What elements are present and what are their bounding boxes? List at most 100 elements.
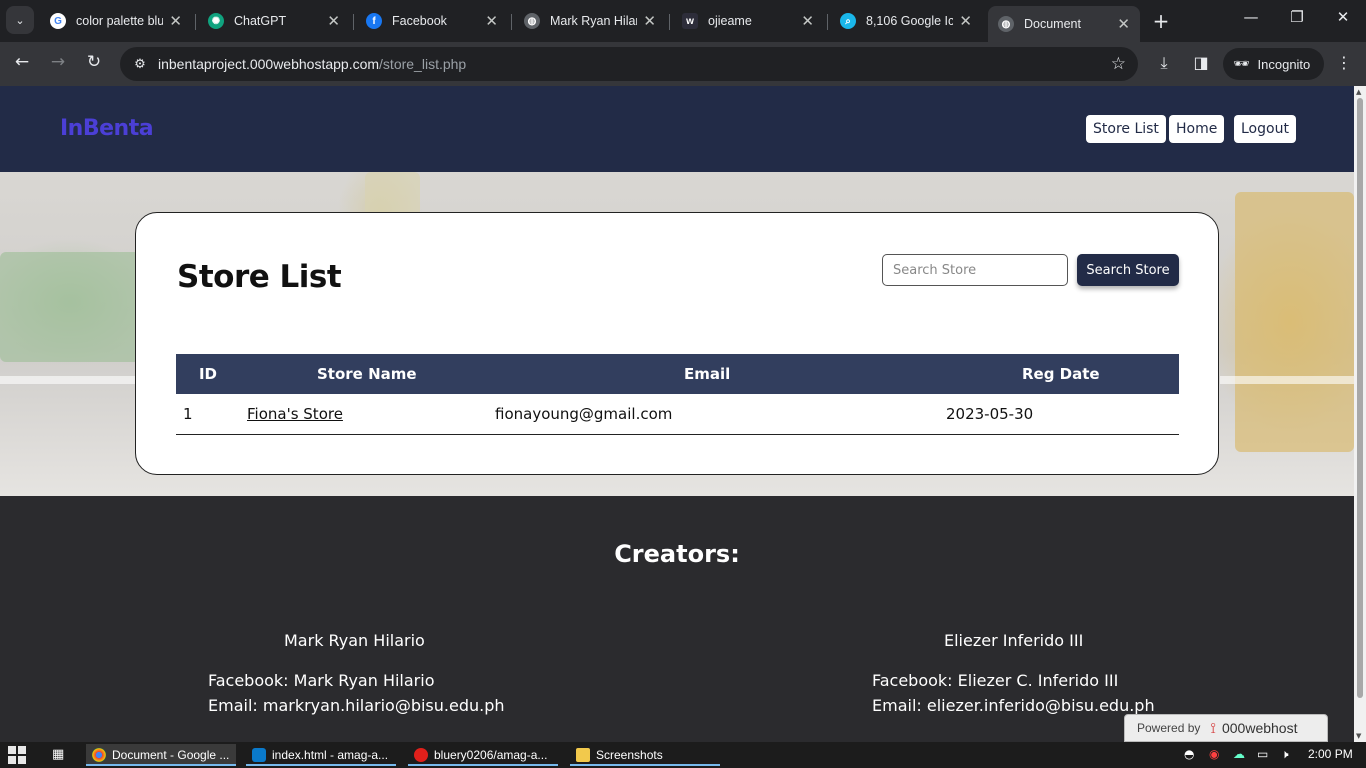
- cell-id: 1: [176, 394, 240, 435]
- creator-name: Eliezer Inferido III: [944, 631, 1084, 650]
- facebook-icon: f: [366, 13, 382, 29]
- close-icon[interactable]: ✕: [485, 12, 498, 30]
- opera-tray-icon[interactable]: ◉: [1209, 747, 1219, 761]
- page-title: Store List: [177, 259, 342, 295]
- google-icon: G: [50, 13, 66, 29]
- creator-facebook: Facebook: Mark Ryan Hilario: [208, 671, 435, 690]
- close-icon[interactable]: ✕: [169, 12, 182, 30]
- reload-button[interactable]: ↻: [82, 52, 106, 72]
- search-icon: ⌕: [840, 13, 856, 29]
- cloud-icon[interactable]: ☁: [1233, 747, 1245, 761]
- footer-title: Creators:: [614, 540, 740, 568]
- browser-toolbar: ← → ↻ ⚙ inbentaproject.000webhostapp.com…: [0, 42, 1366, 86]
- store-table: ID Store Name Email Reg Date 1 Fiona's S…: [176, 354, 1179, 435]
- column-header-reg-date: Reg Date: [938, 354, 1179, 394]
- tab-facebook[interactable]: f Facebook ✕: [356, 6, 508, 36]
- active-indicator: [86, 764, 236, 766]
- webhost-logo-icon: ⟟: [1210, 719, 1216, 737]
- nav-logout[interactable]: Logout: [1234, 115, 1296, 143]
- discord-icon[interactable]: ◓: [1184, 747, 1194, 761]
- tab-google-icons[interactable]: ⌕ 8,106 Google Ico ✕: [830, 6, 982, 36]
- tab-mark-ryan[interactable]: ◍ Mark Ryan Hilari ✕: [514, 6, 666, 36]
- close-icon[interactable]: ✕: [327, 12, 340, 30]
- folder-icon: [576, 748, 590, 762]
- tab-document[interactable]: ◍ Document ✕: [988, 6, 1140, 42]
- background-decor: [0, 376, 140, 384]
- incognito-indicator[interactable]: 🕶 Incognito: [1223, 48, 1325, 80]
- taskbar-app-chrome[interactable]: Document - Google ...: [86, 744, 236, 766]
- column-header-store-name: Store Name: [240, 354, 488, 394]
- side-panel-icon[interactable]: ◨: [1190, 53, 1212, 72]
- page-viewport: InBenta Store List Home Logout Store Lis…: [0, 86, 1354, 742]
- new-tab-button[interactable]: +: [1150, 9, 1172, 33]
- vscode-icon: [252, 748, 266, 762]
- bookmark-star-icon[interactable]: ☆: [1111, 54, 1126, 74]
- powered-by-badge[interactable]: Powered by ⟟ 000webhost: [1124, 714, 1328, 742]
- search-store-input[interactable]: [882, 254, 1068, 286]
- nav-store-list[interactable]: Store List: [1086, 115, 1166, 143]
- url-host: inbentaproject.000webhostapp.com: [158, 56, 380, 72]
- chatgpt-icon: ✺: [208, 13, 224, 29]
- tab-separator: [353, 14, 354, 30]
- creator-email: Email: eliezer.inferido@bisu.edu.ph: [872, 696, 1155, 715]
- volume-icon[interactable]: 🕨: [1281, 747, 1289, 762]
- back-button[interactable]: ←: [10, 52, 34, 72]
- cell-reg-date: 2023-05-30: [938, 394, 1179, 435]
- chrome-icon: [92, 748, 106, 762]
- close-icon[interactable]: ✕: [801, 12, 814, 30]
- active-indicator: [408, 764, 558, 766]
- scrollbar-thumb[interactable]: [1357, 98, 1363, 698]
- network-icon[interactable]: ▭: [1257, 747, 1268, 761]
- active-indicator: [570, 764, 720, 766]
- windows-taskbar: ▦ Document - Google ... index.html - ama…: [0, 742, 1366, 768]
- cell-email: fionayoung@gmail.com: [488, 394, 938, 435]
- scroll-up-arrow-icon[interactable]: ▲: [1356, 88, 1361, 96]
- close-icon[interactable]: ✕: [959, 12, 972, 30]
- calculator-icon[interactable]: ▦: [52, 747, 64, 762]
- background-decor: [0, 252, 140, 362]
- window-close-button[interactable]: ✕: [1328, 8, 1358, 26]
- tab-color-palette[interactable]: G color palette blu ✕: [40, 6, 192, 36]
- url-text[interactable]: inbentaproject.000webhostapp.com/store_l…: [158, 56, 1111, 72]
- scroll-down-arrow-icon[interactable]: ▼: [1356, 732, 1361, 740]
- creator-facebook: Facebook: Eliezer C. Inferido III: [872, 671, 1119, 690]
- globe-icon: ◍: [524, 13, 540, 29]
- table-row: 1 Fiona's Store fionayoung@gmail.com 202…: [176, 394, 1179, 435]
- search-store-button[interactable]: Search Store: [1077, 254, 1179, 286]
- active-indicator: [246, 764, 396, 766]
- column-header-id: ID: [176, 354, 240, 394]
- taskbar-app-opera[interactable]: bluery0206/amag-a...: [408, 744, 558, 766]
- tab-ojieame[interactable]: w ojieame ✕: [672, 6, 824, 36]
- tab-chatgpt[interactable]: ✺ ChatGPT ✕: [198, 6, 350, 36]
- brand-logo[interactable]: InBenta: [60, 116, 154, 141]
- globe-icon: ◍: [998, 16, 1014, 32]
- tab-separator: [669, 14, 670, 30]
- taskbar-app-vscode[interactable]: index.html - amag-a...: [246, 744, 396, 766]
- tab-separator: [827, 14, 828, 30]
- taskbar-app-screenshots[interactable]: Screenshots: [570, 744, 720, 766]
- store-link[interactable]: Fiona's Store: [247, 405, 343, 423]
- column-header-email: Email: [488, 354, 938, 394]
- download-icon[interactable]: ⤓: [1153, 53, 1175, 73]
- windows-start-icon[interactable]: [8, 746, 26, 764]
- page-scrollbar[interactable]: ▲ ▼: [1354, 86, 1366, 742]
- close-icon[interactable]: ✕: [1117, 15, 1130, 33]
- address-bar[interactable]: ⚙ inbentaproject.000webhostapp.com/store…: [120, 47, 1138, 81]
- site-info-icon[interactable]: ⚙: [130, 57, 150, 72]
- nav-home[interactable]: Home: [1169, 115, 1225, 143]
- tab-separator: [511, 14, 512, 30]
- menu-kebab-icon[interactable]: ⋮: [1333, 53, 1355, 72]
- background-decor: [1235, 192, 1354, 452]
- taskbar-clock[interactable]: 2:00 PM: [1308, 747, 1353, 761]
- tab-search-button[interactable]: ⌄: [6, 6, 34, 34]
- restore-button[interactable]: ❐: [1282, 8, 1312, 26]
- creator-email: Email: markryan.hilario@bisu.edu.ph: [208, 696, 505, 715]
- opera-icon: [414, 748, 428, 762]
- close-icon[interactable]: ✕: [643, 12, 656, 30]
- site-icon: w: [682, 13, 698, 29]
- tab-separator: [195, 14, 196, 30]
- minimize-button[interactable]: —: [1236, 8, 1266, 26]
- browser-tab-bar: ⌄ G color palette blu ✕ ✺ ChatGPT ✕ f Fa…: [0, 0, 1366, 42]
- forward-button[interactable]: →: [46, 52, 70, 72]
- creator-name: Mark Ryan Hilario: [284, 631, 425, 650]
